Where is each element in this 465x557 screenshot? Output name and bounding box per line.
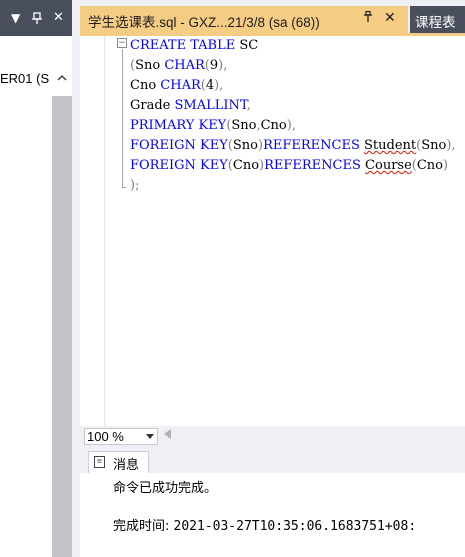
tab-sql-query[interactable]: 学生选课表.sql - GXZ...21/3/8 (sa (68)) ✕ <box>80 6 408 33</box>
zoom-value: 100 % <box>87 429 124 444</box>
close-icon[interactable]: ✕ <box>53 9 64 27</box>
zoom-dropdown[interactable]: 100 % <box>84 428 158 445</box>
tab-label: 学生选课表.sql - GXZ...21/3/8 (sa (68)) <box>88 15 320 30</box>
code-line-3: Cno CHAR(4), <box>130 78 224 93</box>
completion-time-label: 完成时间: <box>113 519 174 534</box>
collapse-icon[interactable]: − <box>117 38 127 48</box>
code-line-7: FOREIGN KEY(Cno)REFERENCES Course(Cno) <box>130 158 449 173</box>
completion-time-value: 2021-03-27T10:35:06.1683751+08: <box>173 519 417 534</box>
fold-guide <box>122 49 123 187</box>
scroll-up-icon[interactable] <box>54 70 70 88</box>
code-content: CREATE TABLE SC (Sno CHAR(9), Cno CHAR(4),… <box>130 36 456 196</box>
code-line-8: ); <box>130 178 140 193</box>
tree-item-server[interactable]: ER01 (S <box>0 71 49 86</box>
editor-gutter <box>80 36 104 426</box>
code-line-6: FOREIGN KEY(Sno)REFERENCES Student(Sno), <box>130 138 456 153</box>
code-line-4: Grade SMALLINT, <box>130 98 251 113</box>
scroll-left-icon[interactable] <box>164 429 171 442</box>
pin-icon[interactable] <box>363 10 373 26</box>
code-line-5: PRIMARY KEY(Sno,Cno), <box>130 118 296 133</box>
chevron-down-icon <box>146 429 154 445</box>
code-line-2: (Sno CHAR(9), <box>130 58 228 73</box>
vertical-scrollbar-thumb[interactable] <box>52 96 72 557</box>
fold-guide-end <box>122 187 126 188</box>
tab-messages[interactable]: ≡ 消息 <box>88 451 149 473</box>
close-icon[interactable]: ✕ <box>384 10 396 26</box>
panel-splitter[interactable] <box>72 0 79 557</box>
messages-icon: ≡ <box>94 456 105 468</box>
code-line-1: CREATE TABLE SC <box>130 38 259 53</box>
object-explorer-header: ▼ ✕ <box>0 0 79 36</box>
tab-label: 课程表 <box>415 15 456 31</box>
completion-time: 完成时间: 2021-03-27T10:35:06.1683751+08: <box>113 515 416 534</box>
result-message: 命令已成功完成。 <box>113 481 218 496</box>
dropdown-icon[interactable]: ▼ <box>11 9 20 27</box>
pin-icon[interactable] <box>32 9 42 27</box>
tab-messages-label: 消息 <box>113 458 140 473</box>
tab-course-table[interactable]: 课程表 <box>410 6 465 33</box>
object-explorer-panel: ▼ ✕ ER01 (S <box>0 0 79 557</box>
editor-margin-line <box>104 36 105 426</box>
